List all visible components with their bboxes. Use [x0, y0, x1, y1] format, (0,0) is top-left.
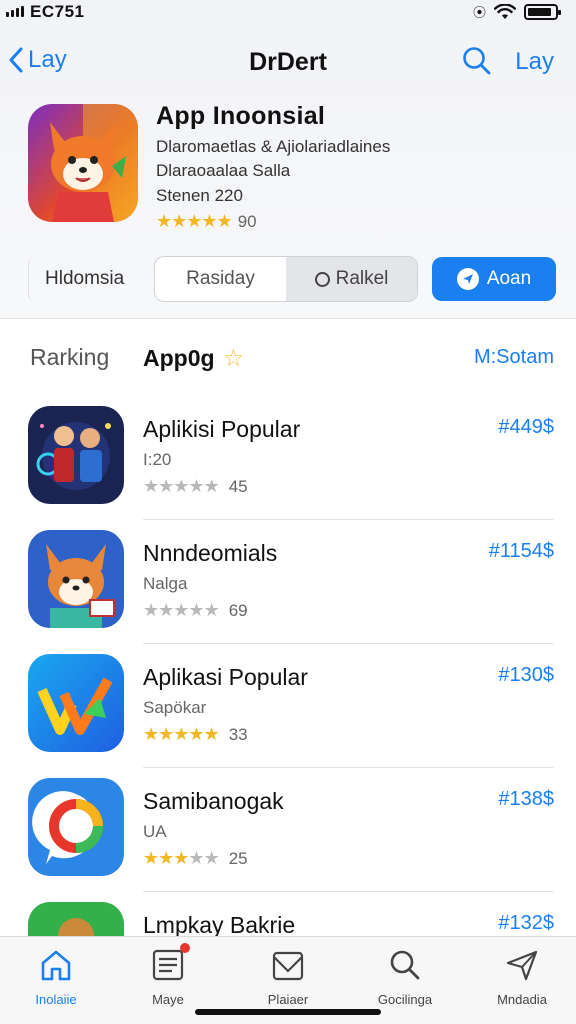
tab-home-label: Inolaiie [35, 992, 77, 1007]
app-subtitle: I:20 [143, 450, 172, 469]
app-subtitle: Sapökar [143, 698, 207, 717]
app-developer: Dlaromaetlas & Ajiolariadlaines [156, 137, 391, 156]
news-icon [152, 949, 184, 981]
ranking-header: Rarking App0g ☆ M:Sotam [0, 340, 576, 376]
rating-count: 33 [228, 724, 248, 744]
search-icon [390, 950, 420, 980]
tab-send[interactable]: Mndadia [472, 947, 572, 1007]
ranking-label: Rarking [30, 344, 110, 370]
location-icon: ⦿ [472, 5, 486, 20]
rank-number: #138$ [498, 788, 554, 810]
app-title: Aplikasi Popular [143, 664, 308, 690]
app-size: Stenen 220 [156, 186, 243, 205]
see-all-link[interactable]: M:Sotam [474, 346, 554, 369]
app-title: Aplikisi Popular [143, 416, 301, 442]
app-row[interactable]: Aplikasi Popular Sapökar ★★★★★ 33 #130$ [0, 644, 576, 768]
segment-left[interactable]: Rasiday [155, 257, 286, 301]
ranking-app-label: App0g [143, 345, 215, 371]
tab-news-label: Maye [152, 992, 184, 1007]
ring-icon [28, 778, 124, 876]
tab-news[interactable]: Maye [118, 943, 218, 1007]
fox-app-icon[interactable] [28, 104, 138, 222]
app-subtitle: UA [143, 822, 167, 841]
rating-count: 45 [228, 476, 248, 496]
home-icon [41, 950, 71, 981]
rating-stars: ★★★★★ [156, 211, 233, 231]
v-logo-icon [28, 654, 124, 752]
wifi-icon [494, 3, 516, 19]
home-indicator [195, 1009, 381, 1015]
signal-icon [6, 5, 24, 17]
app-row[interactable]: Samibanogak UA ★★★★★ 25 #138$ [0, 768, 576, 892]
primary-action-button[interactable]: Aoan [432, 257, 556, 301]
battery-icon [524, 3, 561, 20]
radio-icon [314, 271, 330, 287]
rating-stars: ★★★★★ [143, 848, 220, 868]
rating-count: 25 [228, 848, 248, 868]
filter-chip[interactable]: Hldomsia [28, 256, 142, 302]
nav-right-link[interactable]: Lay [515, 48, 554, 76]
tab-home[interactable]: Inolaiie [6, 947, 106, 1007]
rating-count: 90 [237, 211, 257, 231]
segmented-control: Rasiday Ralkel [154, 256, 418, 302]
heroes-icon [28, 406, 124, 504]
app-title: Lmpkay Bakrie [143, 912, 296, 938]
send-icon [506, 950, 538, 981]
notification-badge [180, 943, 190, 953]
rating-stars: ★★★★★ [143, 724, 220, 744]
rating-stars: ★★★★★ [143, 600, 220, 620]
status-time: EC751 [30, 2, 85, 21]
app-name: App Inoonsial [156, 102, 326, 130]
star-outline-icon: ☆ [222, 345, 245, 372]
app-subtitle: Nalga [143, 574, 188, 593]
segment-right[interactable]: Ralkel [286, 257, 417, 301]
app-row[interactable]: Nnndeomials Nalga ★★★★★ 69 #1154$ [0, 520, 576, 644]
primary-action-label: Aoan [486, 268, 532, 289]
search-icon [463, 47, 491, 75]
hero-info: App Inoonsial Dlaromaetlas & Ajiolariadl… [156, 102, 390, 232]
rank-number: #449$ [498, 416, 554, 438]
tab-search[interactable]: Gocilinga [355, 947, 455, 1007]
tab-mail-label: Plaiaer [267, 992, 309, 1007]
status-bar: EC751 ⦿ [0, 0, 576, 26]
search-button[interactable] [462, 46, 492, 81]
divider [0, 318, 576, 319]
nav-bar: Lay DrDert Lay [0, 40, 576, 86]
app-row[interactable]: Aplikisi Popular I:20 ★★★★★ 45 #449$ [0, 396, 576, 520]
navigation-arrow-icon [456, 268, 479, 290]
rank-number: #130$ [498, 664, 554, 686]
tab-search-label: Gocilinga [377, 992, 433, 1007]
rank-number: #132$ [498, 912, 554, 934]
app-category: Dlaraoaalaa Salla [156, 161, 291, 180]
fox-icon [28, 530, 124, 628]
rating-count: 69 [228, 600, 248, 620]
mail-icon [272, 951, 304, 981]
rating-stars: ★★★★★ [143, 476, 220, 496]
app-title: Nnndeomials [143, 540, 278, 566]
app-title: Samibanogak [143, 788, 284, 814]
rank-number: #1154$ [488, 540, 554, 562]
tab-mail[interactable]: Plaiaer [238, 947, 338, 1007]
tab-send-label: Mndadia [497, 992, 547, 1007]
